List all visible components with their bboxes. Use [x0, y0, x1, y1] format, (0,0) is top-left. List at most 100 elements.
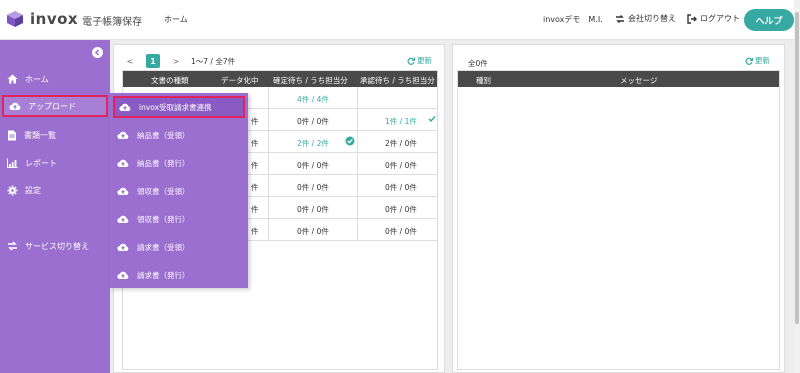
refresh-icon	[745, 57, 753, 65]
refresh-label: 更新	[755, 56, 770, 65]
pager-current-page[interactable]: 1	[146, 54, 160, 68]
sidebar-item-label: アップロード	[28, 101, 76, 111]
confirm-count: 0件 / 0件	[297, 161, 329, 170]
switch-icon	[616, 14, 624, 23]
column-header-message: メッセージ	[620, 76, 658, 85]
column-header-approval-pending: 承認待ち / うち担当分	[360, 76, 435, 85]
sidebar-item-documents[interactable]: 書類一覧	[0, 124, 110, 146]
cloud-upload-icon	[119, 103, 131, 112]
refresh-icon	[407, 57, 415, 65]
submenu-item-invoice-issued[interactable]: 請求書（発行）	[110, 264, 248, 286]
help-button[interactable]: ヘルプ	[744, 9, 794, 31]
check-icon	[428, 115, 436, 125]
refresh-button[interactable]: 更新	[407, 55, 432, 66]
sidebar: ホーム アップロード 書類一覧 レポート 設定 サービス切り替え	[0, 40, 110, 373]
logout-label: ログアウト	[700, 14, 740, 23]
sidebar-item-report[interactable]: レポート	[0, 152, 110, 174]
scroll-thumb[interactable]	[795, 12, 799, 324]
submenu-item-label: 請求書（受領）	[137, 242, 190, 252]
submenu-item-invox-invoice-link[interactable]: invox受取請求書連携	[113, 96, 245, 118]
chart-icon	[7, 158, 18, 168]
confirm-count: 0件 / 0件	[297, 183, 329, 192]
logo[interactable]: invox 電子帳簿保存	[6, 10, 142, 28]
processing-count: 件	[251, 161, 259, 170]
approve-count: 0件 / 0件	[385, 227, 417, 236]
confirm-count: 0件 / 0件	[297, 227, 329, 236]
logout-icon	[687, 13, 697, 24]
processing-count: 件	[251, 139, 259, 148]
pager-prev-button[interactable]: <	[123, 54, 137, 68]
logo-cube-icon	[6, 10, 24, 28]
confirm-count: 0件 / 0件	[297, 117, 329, 126]
logo-subtitle: 電子帳簿保存	[82, 16, 143, 28]
column-header-processing: データ化中	[221, 76, 259, 85]
submenu-item-label: 領収書（発行）	[137, 214, 190, 224]
user-name: invoxデモ M.I.	[543, 15, 603, 24]
message-panel: 全0件 更新 種別 メッセージ	[452, 44, 785, 373]
submenu-item-receipt-issued[interactable]: 領収書（発行）	[110, 208, 248, 230]
submenu-item-receipt-received[interactable]: 領収書（受領）	[110, 180, 248, 202]
message-refresh-button[interactable]: 更新	[745, 55, 770, 66]
sidebar-item-label: 設定	[25, 185, 41, 195]
submenu-item-label: 納品書（発行）	[137, 158, 190, 168]
switch-company-link[interactable]: 会社切り替え	[615, 13, 676, 24]
column-header-confirm-pending: 確定待ち / うち担当分	[273, 76, 348, 85]
processing-count: 件	[251, 183, 259, 192]
submenu-item-label: 納品書（受領）	[137, 130, 190, 140]
approve-count: 0件 / 0件	[385, 183, 417, 192]
processing-count: 件	[251, 117, 259, 126]
page-scrollbar[interactable]	[794, 0, 800, 373]
sidebar-item-settings[interactable]: 設定	[0, 179, 110, 201]
swap-icon	[8, 241, 17, 251]
logo-brand: invox	[30, 10, 79, 28]
sidebar-item-label: レポート	[25, 158, 57, 168]
confirm-count[interactable]: 4件 / 4件	[297, 94, 329, 105]
submenu-item-invoice-received[interactable]: 請求書（受領）	[110, 236, 248, 258]
chevron-left-icon	[94, 49, 100, 56]
app-header: invox 電子帳簿保存 ホーム invoxデモ M.I. 会社切り替え ログア…	[0, 0, 794, 40]
approve-count: 2件 / 0件	[385, 139, 417, 148]
approve-count: 0件 / 0件	[385, 161, 417, 170]
check-circle-icon	[345, 136, 355, 148]
column-header-type: 種別	[476, 76, 491, 85]
submenu-item-label: invox受取請求書連携	[139, 102, 212, 112]
message-table: 種別 メッセージ	[457, 70, 780, 370]
header-home-link[interactable]: ホーム	[164, 14, 188, 25]
approve-count[interactable]: 1件 / 1件	[385, 116, 417, 127]
confirm-count[interactable]: 2件 / 2件	[297, 138, 329, 149]
column-header-doc-type: 文書の種類	[151, 76, 189, 85]
switch-company-label: 会社切り替え	[628, 14, 676, 23]
refresh-label: 更新	[417, 56, 432, 65]
message-table-header: 種別 メッセージ	[458, 71, 779, 87]
processing-count: 件	[251, 227, 259, 236]
pager-next-button[interactable]: >	[169, 54, 183, 68]
logout-link[interactable]: ログアウト	[687, 13, 740, 24]
processing-count: 件	[251, 205, 259, 214]
cloud-upload-icon	[117, 187, 129, 196]
submenu-item-delivery-issued[interactable]: 納品書（発行）	[110, 152, 248, 174]
cloud-upload-icon	[117, 243, 129, 252]
sidebar-item-switch-service[interactable]: サービス切り替え	[0, 235, 110, 257]
cloud-upload-icon	[9, 102, 21, 111]
upload-submenu: invox受取請求書連携 納品書（受領） 納品書（発行） 領収書（受領） 領収書…	[110, 93, 248, 288]
sidebar-item-label: サービス切り替え	[25, 241, 89, 251]
gear-icon	[7, 185, 18, 195]
approve-count: 0件 / 0件	[385, 205, 417, 214]
submenu-item-label: 領収書（受領）	[137, 186, 190, 196]
cloud-upload-icon	[117, 271, 129, 280]
sidebar-item-label: 書類一覧	[24, 130, 56, 140]
sidebar-item-label: ホーム	[25, 74, 49, 84]
cloud-upload-icon	[117, 215, 129, 224]
message-count: 全0件	[468, 59, 488, 68]
home-icon	[7, 74, 18, 84]
sidebar-item-home[interactable]: ホーム	[0, 68, 110, 90]
cloud-upload-icon	[117, 131, 129, 140]
submenu-item-delivery-received[interactable]: 納品書（受領）	[110, 124, 248, 146]
pager-info: 1〜7 / 全7件	[191, 57, 236, 66]
sidebar-item-upload[interactable]: アップロード	[2, 95, 108, 117]
document-icon	[8, 130, 16, 140]
submenu-item-label: 請求書（発行）	[137, 270, 190, 280]
confirm-count: 0件 / 0件	[297, 205, 329, 214]
sidebar-collapse-button[interactable]	[92, 47, 103, 58]
cloud-upload-icon	[117, 159, 129, 168]
